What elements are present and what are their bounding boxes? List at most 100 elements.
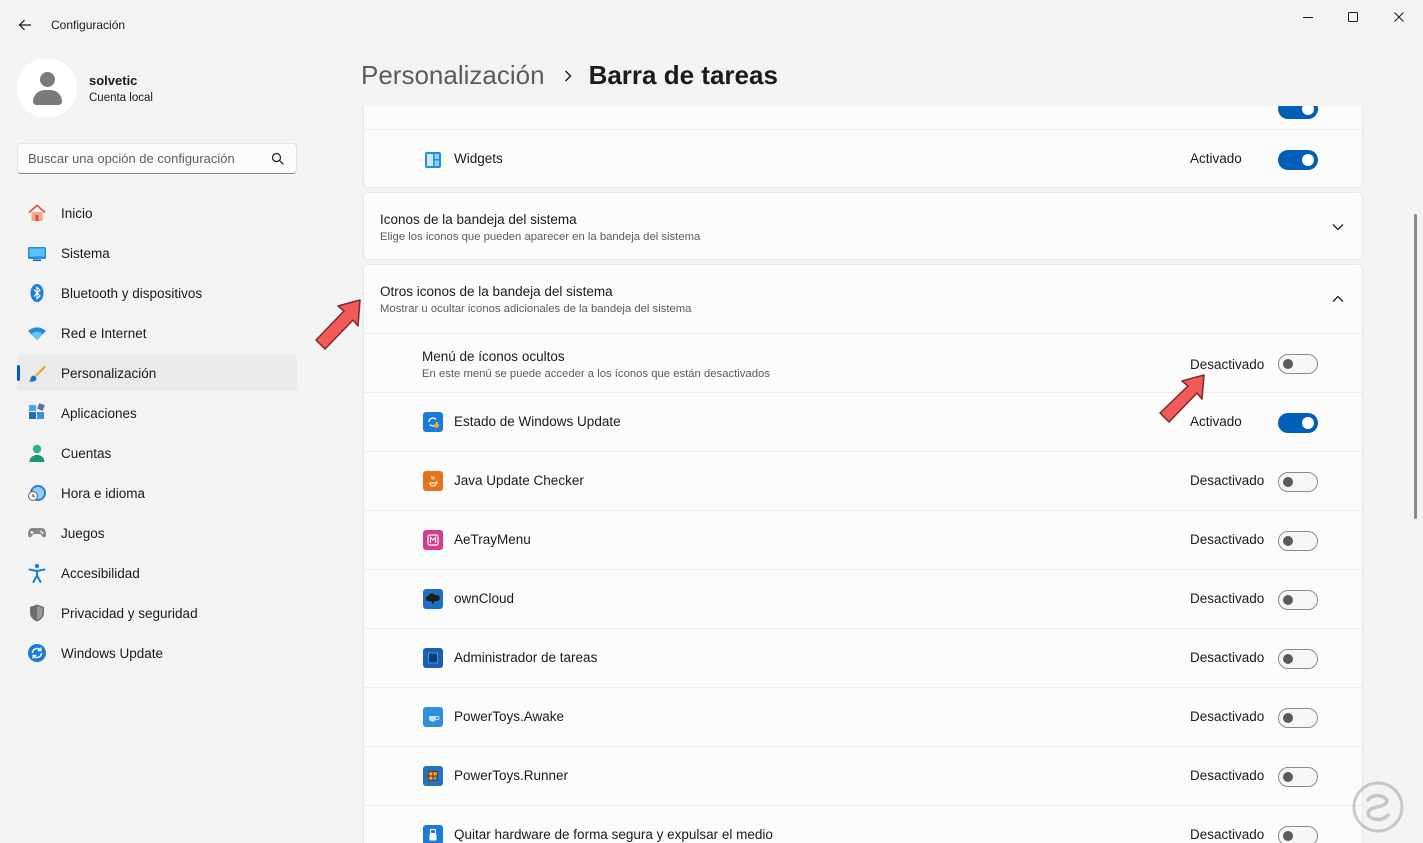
profile-account-type: Cuenta local — [89, 91, 153, 104]
tray-item-status: Desactivado — [1190, 591, 1265, 606]
other-tray-icons-subtitle: Mostrar u ocultar iconos adicionales de … — [380, 303, 692, 315]
tray-item-row: Administrador de tareas Desactivado — [364, 628, 1362, 687]
hidden-icons-menu-toggle[interactable] — [1278, 354, 1318, 374]
aetraymenu-icon — [423, 530, 443, 550]
search-input[interactable] — [18, 151, 258, 166]
brush-icon — [27, 363, 47, 383]
tray-item-toggle[interactable] — [1278, 413, 1318, 433]
tray-item-row: AeTrayMenu Desactivado — [364, 510, 1362, 569]
tray-item-row: Java Update Checker Desactivado — [364, 451, 1362, 510]
tray-item-toggle[interactable] — [1278, 649, 1318, 669]
hidden-icons-menu-label: Menú de íconos ocultos — [422, 349, 565, 364]
tray-item-label: Administrador de tareas — [454, 650, 598, 665]
sidebar-item-aplicaciones[interactable]: Aplicaciones — [17, 395, 297, 431]
settings-search-box — [17, 143, 297, 174]
gamepad-icon — [27, 523, 47, 543]
close-button[interactable] — [1376, 0, 1422, 34]
maximize-button[interactable] — [1330, 0, 1376, 34]
sidebar-nav: Inicio Sistema Bluetooth y dispositivos … — [17, 195, 297, 675]
sidebar-item-hora[interactable]: Hora e idioma — [17, 475, 297, 511]
tray-item-toggle[interactable] — [1278, 531, 1318, 551]
tray-item-toggle[interactable] — [1278, 767, 1318, 787]
usb-eject-icon — [423, 825, 443, 843]
bluetooth-icon — [27, 283, 47, 303]
sidebar-item-label: Sistema — [61, 245, 110, 261]
sidebar-item-red[interactable]: Red e Internet — [17, 315, 297, 351]
sidebar-item-label: Inicio — [61, 205, 93, 221]
widgets-status: Activado — [1190, 151, 1242, 166]
tray-item-label: Estado de Windows Update — [454, 414, 621, 429]
widgets-toggle[interactable] — [1278, 150, 1318, 170]
tray-item-label: AeTrayMenu — [454, 532, 531, 547]
tray-item-label: PowerToys.Awake — [454, 709, 565, 724]
annotation-arrow-icon — [1159, 374, 1205, 423]
person-icon — [27, 443, 47, 463]
chevron-up-icon[interactable] — [1328, 289, 1348, 309]
tray-item-toggle[interactable] — [1278, 826, 1318, 843]
sidebar-item-label: Aplicaciones — [61, 405, 137, 421]
content-scrollbar[interactable] — [1414, 214, 1417, 519]
shield-icon — [27, 603, 47, 623]
chevron-down-icon[interactable] — [1328, 217, 1348, 237]
maximize-icon — [1348, 12, 1358, 22]
widgets-icon — [423, 150, 443, 170]
breadcrumb-parent-link[interactable]: Personalización — [361, 60, 545, 91]
accessibility-icon — [27, 563, 47, 583]
back-button[interactable] — [10, 12, 40, 38]
sidebar-item-sistema[interactable]: Sistema — [17, 235, 297, 271]
other-tray-icons-section: Otros iconos de la bandeja del sistema M… — [363, 264, 1363, 843]
powertoys-awake-icon — [423, 707, 443, 727]
tray-item-status: Desactivado — [1190, 473, 1265, 488]
tray-item-status: Desactivado — [1190, 532, 1265, 547]
windows-update-status-icon — [423, 412, 443, 432]
taskbar-item-row-hidden — [364, 106, 1362, 129]
tray-item-toggle[interactable] — [1278, 590, 1318, 610]
title-bar: Configuración — [0, 0, 1423, 50]
hidden-icons-menu-status: Desactivado — [1190, 357, 1265, 372]
owncloud-icon — [423, 589, 443, 609]
profile-name: solvetic — [89, 72, 138, 88]
tray-item-row: PowerToys.Awake Desactivado — [364, 687, 1362, 746]
watermark-logo-icon — [1352, 781, 1404, 833]
tray-item-status: Desactivado — [1190, 768, 1265, 783]
other-tray-icons-title: Otros iconos de la bandeja del sistema — [380, 284, 613, 299]
sidebar-item-privacidad[interactable]: Privacidad y seguridad — [17, 595, 297, 631]
sidebar-item-windows-update[interactable]: Windows Update — [17, 635, 297, 671]
sidebar-item-label: Cuentas — [61, 445, 112, 461]
task-manager-icon — [423, 648, 443, 668]
avatar — [17, 58, 77, 118]
tray-item-toggle[interactable] — [1278, 708, 1318, 728]
tray-item-status: Desactivado — [1190, 709, 1265, 724]
tray-icons-section[interactable]: Iconos de la bandeja del sistema Elige l… — [363, 192, 1363, 260]
powertoys-runner-icon — [423, 766, 443, 786]
search-icon[interactable] — [271, 152, 285, 166]
wifi-icon — [27, 323, 47, 343]
minimize-button[interactable] — [1285, 0, 1331, 34]
sidebar-item-juegos[interactable]: Juegos — [17, 515, 297, 551]
tray-item-row: PowerToys.Runner Desactivado — [364, 746, 1362, 805]
apps-icon — [27, 403, 47, 423]
sidebar-item-inicio[interactable]: Inicio — [17, 195, 297, 231]
monitor-icon — [27, 243, 47, 263]
breadcrumb: Personalización Barra de tareas — [361, 60, 778, 91]
sidebar-item-cuentas[interactable]: Cuentas — [17, 435, 297, 471]
sidebar-item-label: Personalización — [61, 365, 157, 381]
taskbar-item-row-widgets: Widgets Activado — [364, 129, 1362, 189]
sidebar-item-bluetooth[interactable]: Bluetooth y dispositivos — [17, 275, 297, 311]
java-icon — [423, 471, 443, 491]
hidden-icons-menu-row: Menú de íconos ocultos En este menú se p… — [364, 333, 1362, 392]
tray-item-row: ownCloud Desactivado — [364, 569, 1362, 628]
other-tray-icons-header[interactable]: Otros iconos de la bandeja del sistema M… — [364, 265, 1362, 333]
sidebar-item-label: Red e Internet — [61, 325, 147, 341]
settings-content[interactable]: Widgets Activado Iconos de la bandeja de… — [363, 106, 1363, 843]
update-icon — [27, 643, 47, 663]
taskbar-item-toggle[interactable] — [1278, 106, 1318, 119]
sidebar-item-accesibilidad[interactable]: Accesibilidad — [17, 555, 297, 591]
tray-item-row: Estado de Windows Update Activado — [364, 392, 1362, 451]
sidebar-item-personalizacion[interactable]: Personalización — [17, 355, 297, 391]
user-profile[interactable]: solvetic Cuenta local — [17, 58, 153, 118]
close-icon — [1394, 12, 1404, 22]
tray-item-status: Desactivado — [1190, 827, 1265, 842]
tray-item-toggle[interactable] — [1278, 472, 1318, 492]
sidebar-item-label: Privacidad y seguridad — [61, 605, 198, 621]
